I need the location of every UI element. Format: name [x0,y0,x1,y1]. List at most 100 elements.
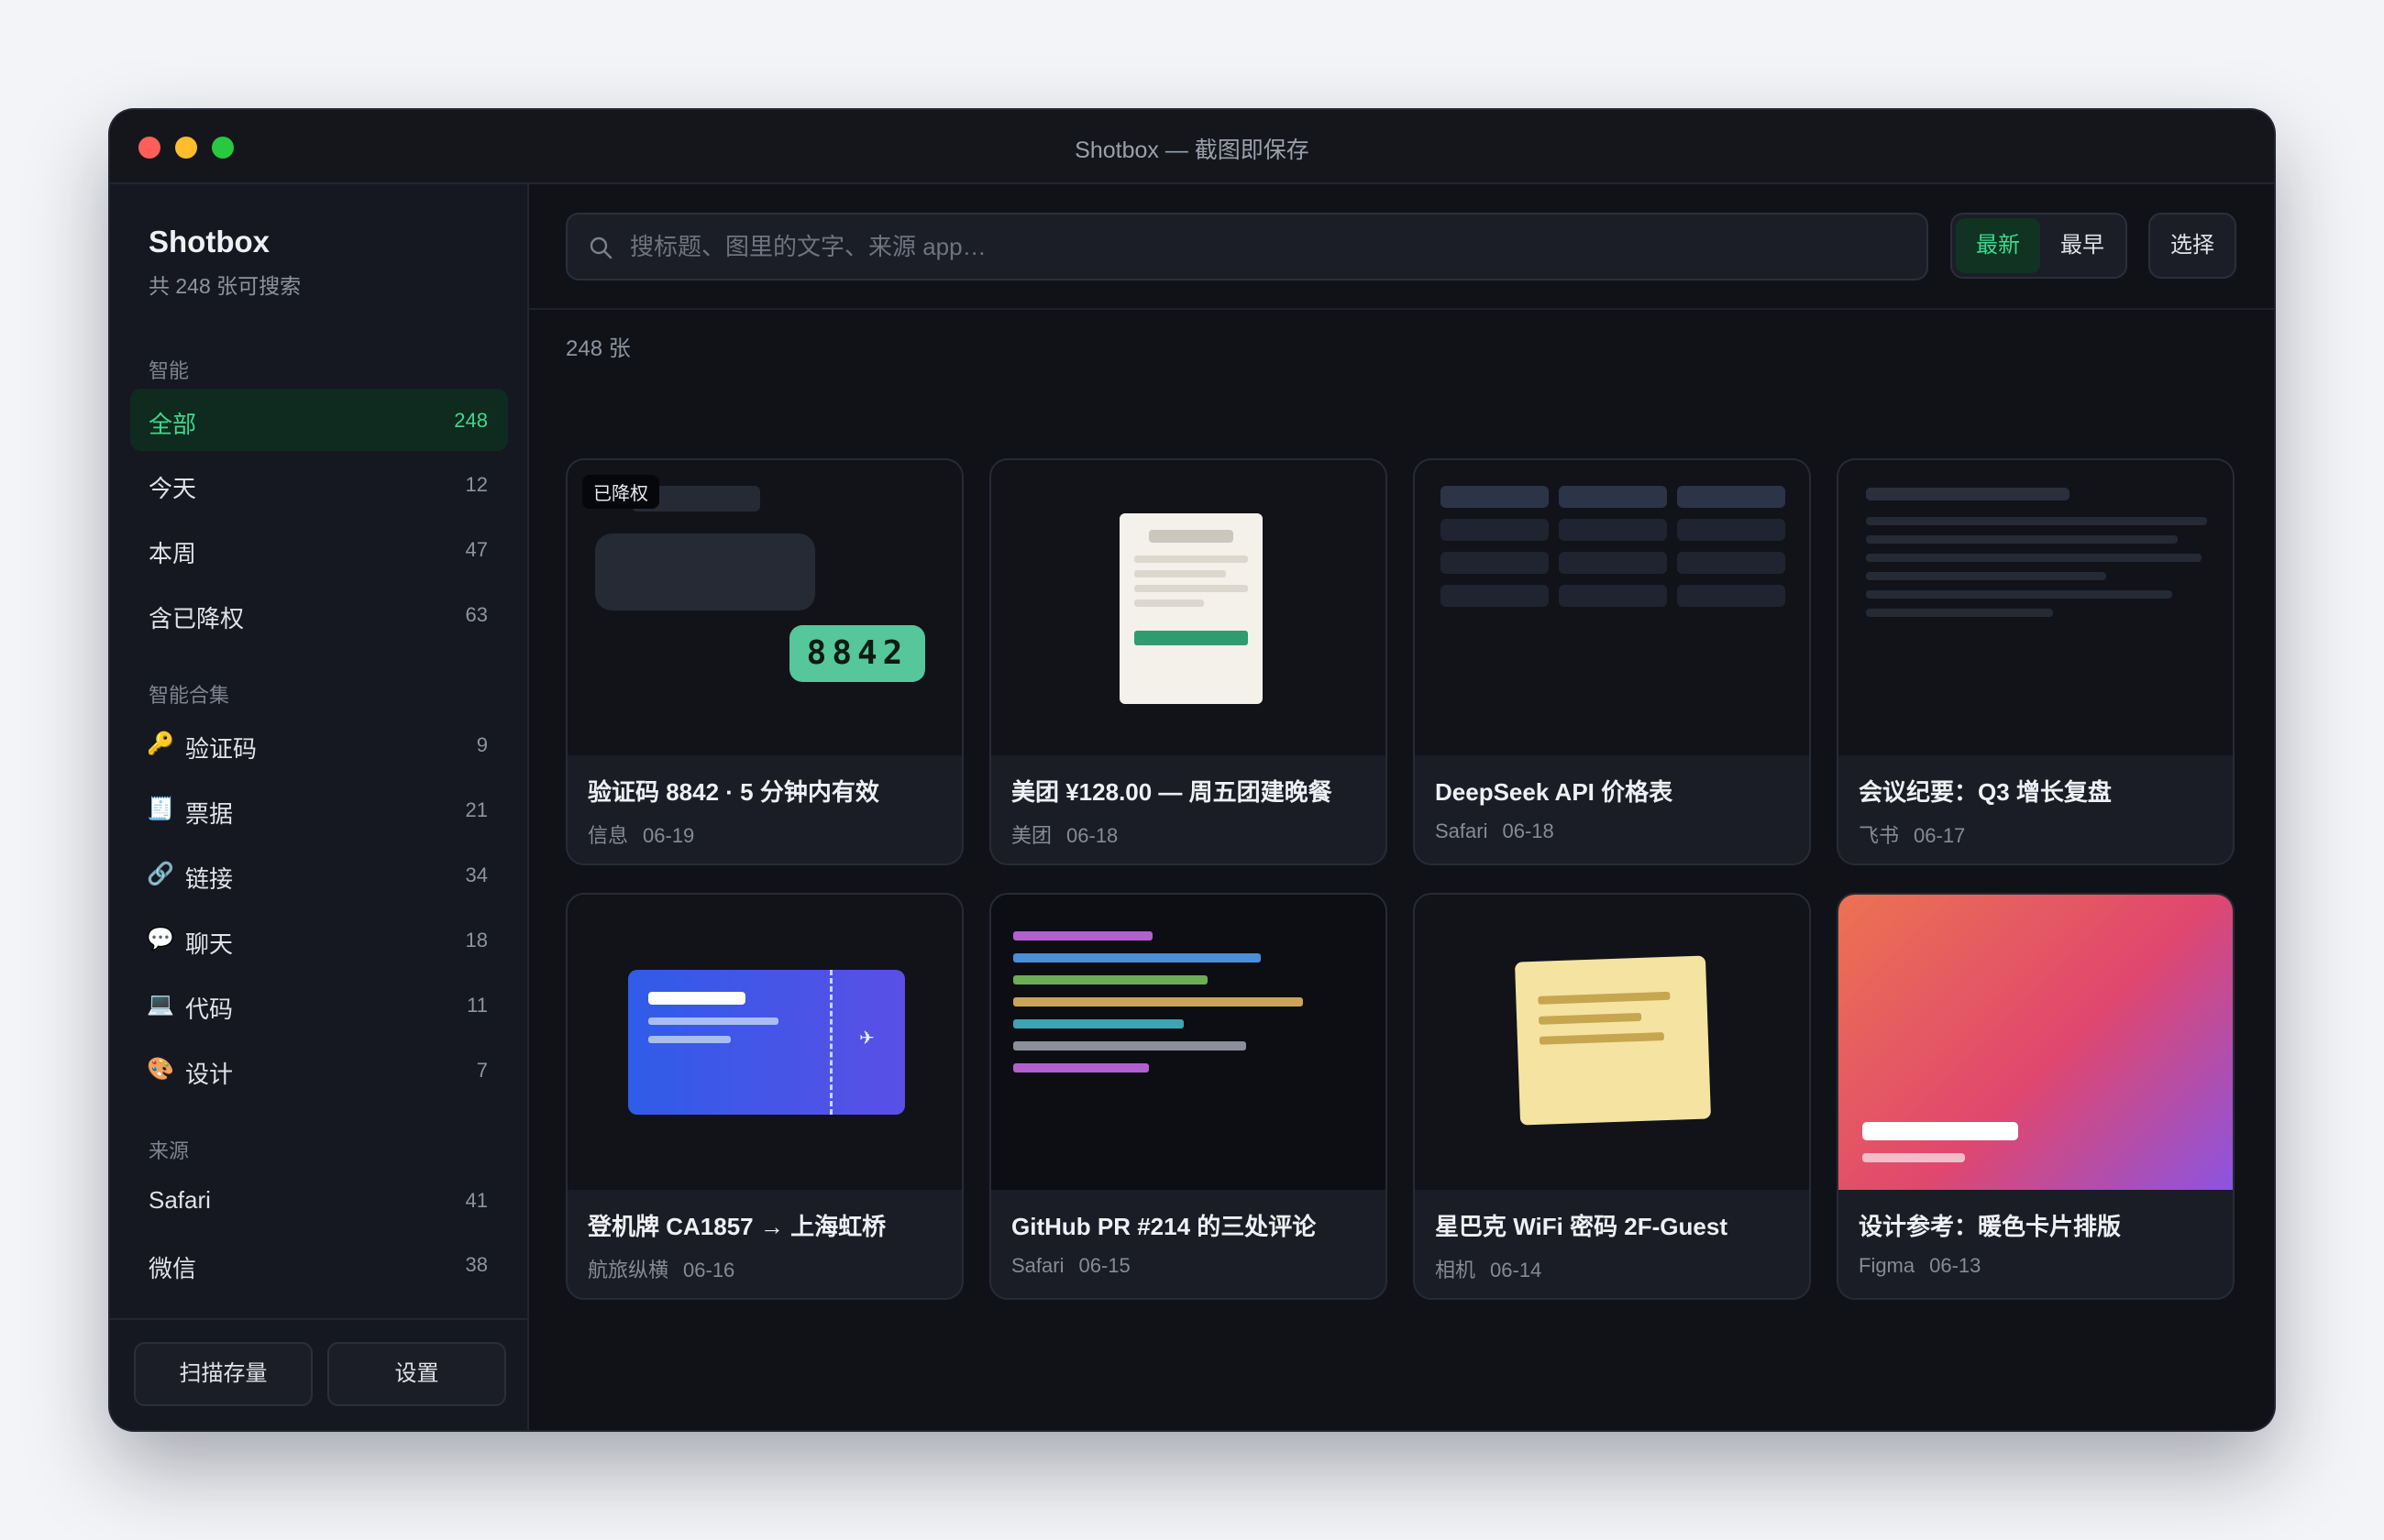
card-meta: 飞书 06-17 [1859,820,1965,849]
sort-newest-button[interactable]: 最新 [1956,218,2040,273]
card-date: 06-14 [1490,1259,1542,1282]
card-source: Figma [1859,1254,1915,1277]
sidebar-item-demoted[interactable]: 含已降权 63 [130,583,508,645]
receipt-icon: 🧾 [147,797,174,821]
sort-toggle: 最新 最早 [1950,213,2127,279]
card-meta: 相机 06-14 [1435,1254,1541,1283]
card-meta: 美团 06-18 [1011,820,1118,849]
link-icon: 🔗 [147,862,174,886]
section-sources: 来源 [149,1139,190,1162]
card-thumbnail: 已降权 8842 [568,460,962,755]
sidebar-item-this-week[interactable]: 本周 47 [130,518,508,580]
title-bar: Shotbox — 截图即保存 [110,110,2274,184]
card-title: 美团 ¥128.00 — 周五团建晚餐 [1011,778,1332,806]
sidebar-item-label: 链接 [185,865,234,893]
sidebar-item-count: 9 [476,733,488,756]
screenshot-card[interactable]: DeepSeek API 价格表 Safari 06-18 [1413,458,1811,865]
card-source: Safari [1011,1254,1065,1277]
sidebar-item-wechat[interactable]: 微信 38 [130,1233,508,1295]
sidebar-item-label: 票据 [185,800,234,828]
card-date: 06-16 [683,1259,735,1282]
sidebar-item-count: 63 [465,603,488,626]
sidebar-item-label: 聊天 [185,930,234,958]
card-date: 06-13 [1929,1254,1981,1277]
screenshot-card[interactable]: ✈ 登机牌 CA1857 → 上海虹桥 航旅纵横 06-16 [566,893,964,1300]
sidebar-item-count: 18 [465,929,488,952]
sidebar-item-links[interactable]: 🔗 链接 34 [130,843,508,906]
message-bubble [595,534,815,610]
card-date: 06-18 [1066,824,1119,847]
receipt-paper [1120,513,1263,704]
screenshot-card[interactable]: 美团 ¥128.00 — 周五团建晚餐 美团 06-18 [989,458,1387,865]
sidebar-item-codes[interactable]: 🔑 验证码 9 [130,713,508,776]
screenshot-card[interactable]: GitHub PR #214 的三处评论 Safari 06-15 [989,893,1387,1300]
toolbar: 最新 最早 选择 [529,184,2274,310]
sidebar-item-label: 全部 [149,411,197,438]
card-source: 航旅纵横 [588,1259,669,1282]
scan-library-button[interactable]: 扫描存量 [134,1342,313,1406]
section-smart: 智能 [149,359,190,382]
card-title: 会议纪要：Q3 增长复盘 [1859,778,2112,806]
sticky-note [1514,955,1712,1126]
sidebar-item-receipts[interactable]: 🧾 票据 21 [130,778,508,841]
key-icon: 🔑 [147,732,174,756]
card-meta: 航旅纵横 06-16 [588,1254,734,1283]
sidebar-item-code[interactable]: 💻 代码 11 [130,974,508,1036]
sidebar-item-count: 21 [465,798,488,821]
card-meta: Safari 06-15 [1011,1254,1131,1278]
demoted-badge: 已降权 [582,475,659,509]
card-meta: Safari 06-18 [1435,820,1554,843]
airplane-icon: ✈ [859,1028,875,1049]
card-source: Safari [1435,820,1488,842]
card-date: 06-15 [1078,1254,1131,1277]
sidebar-item-label: 含已降权 [149,605,245,632]
screenshot-card[interactable]: 设计参考：暖色卡片排版 Figma 06-13 [1837,893,2235,1300]
card-title: 验证码 8842 · 5 分钟内有效 [588,778,879,806]
sidebar-item-label: 设计 [185,1061,234,1088]
screenshot-card[interactable]: 已降权 8842 验证码 8842 · 5 分钟内有效 信息 06-19 [566,458,964,865]
screenshot-card[interactable]: 星巴克 WiFi 密码 2F-Guest 相机 06-14 [1413,893,1811,1300]
sidebar-item-label: 微信 [149,1255,197,1282]
palette-icon: 🎨 [147,1057,174,1082]
card-thumbnail [1415,460,1809,755]
screenshot-card[interactable]: 会议纪要：Q3 增长复盘 飞书 06-17 [1837,458,2235,865]
select-button[interactable]: 选择 [2148,213,2236,279]
card-thumbnail: ✈ [568,895,962,1190]
boarding-pass: ✈ [628,970,905,1115]
card-title: 星巴克 WiFi 密码 2F-Guest [1435,1213,1727,1240]
card-thumbnail [1415,895,1809,1190]
sidebar-item-chats[interactable]: 💬 聊天 18 [130,908,508,971]
search-box[interactable] [566,213,1928,280]
card-source: 信息 [588,824,629,847]
sidebar-item-design[interactable]: 🎨 设计 7 [130,1039,508,1101]
sidebar-item-count: 12 [465,473,488,496]
sidebar-item-count: 47 [465,538,488,561]
sidebar-item-count: 11 [467,994,488,1017]
sort-oldest-button[interactable]: 最早 [2040,218,2125,273]
sidebar-item-safari[interactable]: Safari 41 [130,1169,508,1231]
sidebar-item-count: 41 [465,1189,488,1212]
section-collections: 智能合集 [149,684,230,707]
card-thumbnail [1838,460,2233,755]
sidebar-item-label: 今天 [149,475,197,502]
card-title: DeepSeek API 价格表 [1435,778,1673,806]
verification-code: 8842 [789,625,925,682]
card-date: 06-19 [643,824,695,847]
card-title: 登机牌 CA1857 → 上海虹桥 [588,1213,887,1240]
sidebar-item-today[interactable]: 今天 12 [130,453,508,515]
card-title: GitHub PR #214 的三处评论 [1011,1213,1317,1240]
laptop-icon: 💻 [147,992,174,1017]
sidebar-item-count: 34 [465,864,488,886]
sidebar-item-all[interactable]: 全部 248 [130,389,508,451]
sidebar-footer: 扫描存量 设置 [110,1318,527,1430]
result-count: 248 张 [566,336,631,361]
card-meta: Figma 06-13 [1859,1254,1981,1278]
settings-button[interactable]: 设置 [327,1342,506,1406]
sidebar-item-count: 7 [476,1059,488,1082]
search-input[interactable] [630,214,1914,279]
sidebar-item-count: 248 [454,409,488,432]
sidebar-item-label: Safari [149,1186,211,1214]
sidebar-item-label: 验证码 [185,735,258,763]
window-title: Shotbox — 截图即保存 [1075,138,1309,163]
search-icon [590,236,613,259]
